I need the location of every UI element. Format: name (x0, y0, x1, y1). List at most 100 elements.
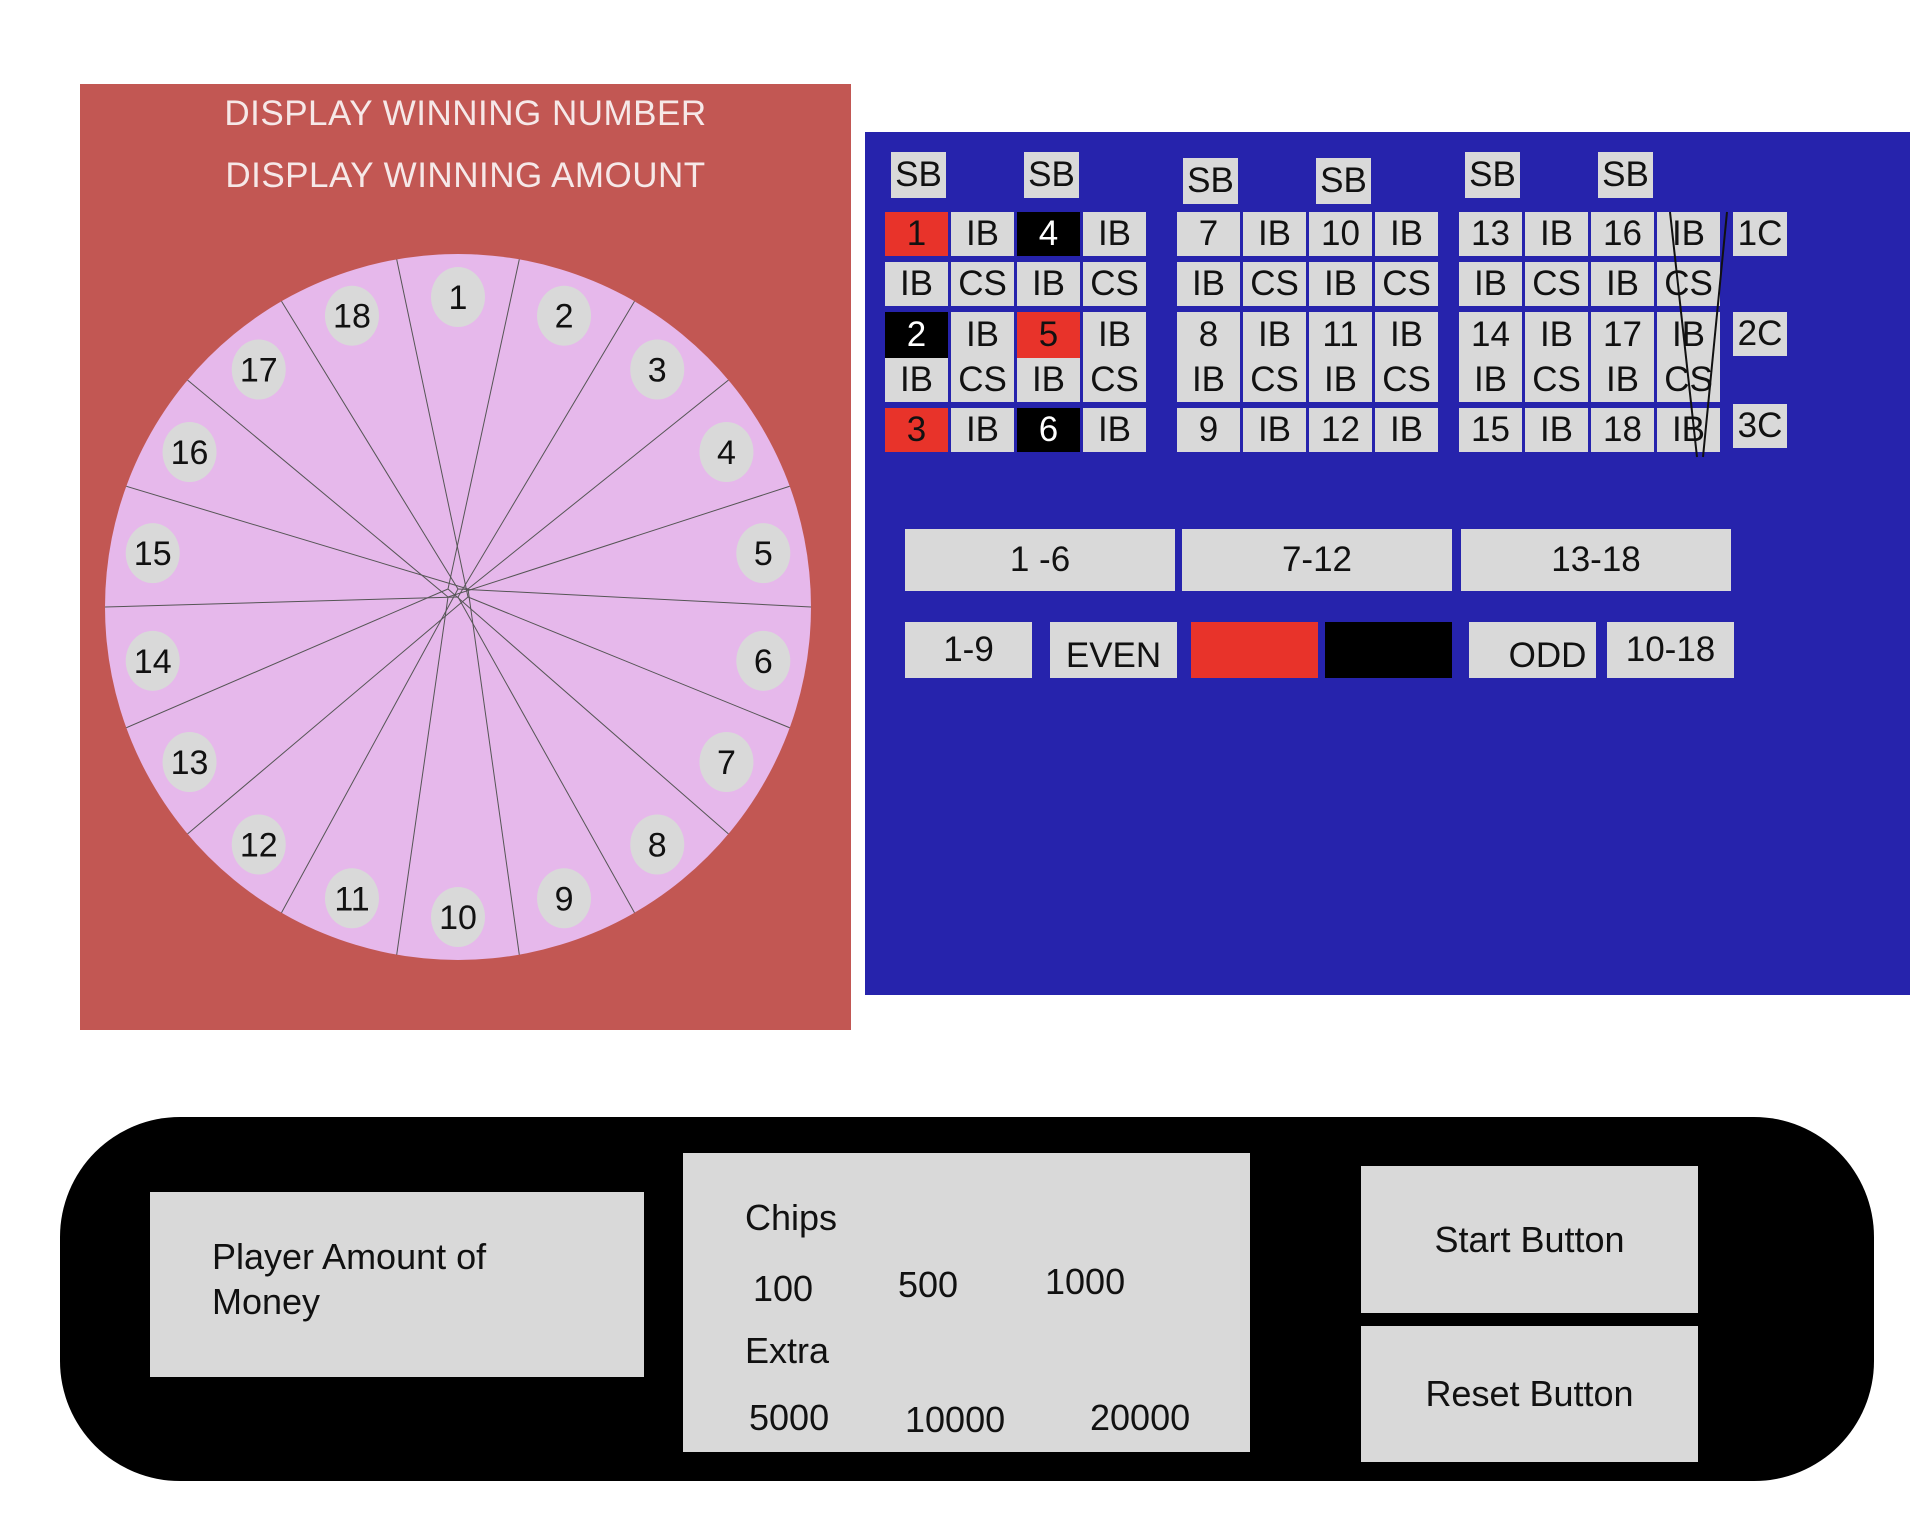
split-bet-2[interactable]: SB (1024, 152, 1079, 198)
inside-bet-cell[interactable]: IB (1177, 358, 1240, 402)
inside-bet-cell[interactable]: IB (1591, 358, 1654, 402)
chip-500[interactable]: 500 (898, 1264, 958, 1306)
wheel-pocket-18: 18 (324, 285, 379, 346)
inside-bet-cell[interactable]: IB (885, 262, 948, 306)
inside-bet-cell[interactable]: IB (1591, 262, 1654, 306)
low-bet[interactable]: 1-9 (905, 622, 1032, 678)
inside-bet-cell[interactable]: IB (1243, 212, 1306, 256)
high-bet[interactable]: 10-18 (1607, 622, 1734, 678)
number-cell-1[interactable]: 1 (885, 212, 948, 256)
player-money-display: Player Amount of Money (150, 1192, 644, 1377)
svg-text:8: 8 (648, 826, 667, 864)
svg-text:2: 2 (555, 298, 574, 336)
chip-20000[interactable]: 20000 (1090, 1397, 1190, 1439)
inside-bet-cell[interactable]: IB (951, 212, 1014, 256)
corner-split-cell[interactable]: CS (951, 358, 1014, 402)
svg-text:18: 18 (333, 298, 371, 336)
black-bet[interactable] (1325, 622, 1452, 678)
svg-text:3: 3 (648, 352, 667, 390)
inside-bet-cell[interactable]: IB (1525, 212, 1588, 256)
inside-bet-cell[interactable]: IB (1459, 262, 1522, 306)
corner-split-cell[interactable]: CS (1525, 262, 1588, 306)
inside-bet-cell[interactable]: IB (1525, 408, 1588, 452)
inside-bet-cell[interactable]: IB (1177, 262, 1240, 306)
dozen-bet-1[interactable]: 1 -6 (905, 529, 1175, 591)
corner-split-cell[interactable]: CS (1525, 358, 1588, 402)
split-bet-1[interactable]: SB (891, 152, 946, 198)
inside-bet-cell[interactable]: IB (1375, 408, 1438, 452)
number-cell-10[interactable]: 10 (1309, 212, 1372, 256)
corner-split-cell[interactable]: CS (1083, 358, 1146, 402)
chip-10000[interactable]: 10000 (905, 1399, 1005, 1441)
corner-split-cell[interactable]: CS (1657, 358, 1720, 402)
number-cell-5[interactable]: 5 (1017, 312, 1080, 358)
number-cell-12[interactable]: 12 (1309, 408, 1372, 452)
number-cell-3[interactable]: 3 (885, 408, 948, 452)
corner-split-cell[interactable]: CS (1083, 262, 1146, 306)
number-cell-18[interactable]: 18 (1591, 408, 1654, 452)
number-cell-17[interactable]: 17 (1591, 312, 1654, 358)
split-bet-4[interactable]: SB (1316, 158, 1371, 204)
red-bet[interactable] (1191, 622, 1318, 678)
inside-bet-cell[interactable]: IB (1017, 262, 1080, 306)
split-bet-3[interactable]: SB (1183, 158, 1238, 204)
number-cell-14[interactable]: 14 (1459, 312, 1522, 358)
number-cell-8[interactable]: 8 (1177, 312, 1240, 358)
corner-split-cell[interactable]: CS (1657, 262, 1720, 306)
number-cell-15[interactable]: 15 (1459, 408, 1522, 452)
inside-bet-cell[interactable]: IB (1083, 312, 1146, 358)
inside-bet-cell[interactable]: IB (1243, 408, 1306, 452)
number-cell-4[interactable]: 4 (1017, 212, 1080, 256)
odd-bet[interactable]: ODD (1469, 622, 1596, 678)
inside-bet-cell[interactable]: IB (1083, 212, 1146, 256)
number-cell-13[interactable]: 13 (1459, 212, 1522, 256)
even-bet[interactable]: EVEN (1050, 622, 1177, 678)
number-cell-2[interactable]: 2 (885, 312, 948, 358)
inside-bet-cell[interactable]: IB (1243, 312, 1306, 358)
svg-text:12: 12 (240, 826, 278, 864)
corner-split-cell[interactable]: CS (951, 262, 1014, 306)
inside-bet-cell[interactable]: IB (1525, 312, 1588, 358)
inside-bet-cell[interactable]: IB (1375, 212, 1438, 256)
wheel-pocket-13: 13 (162, 732, 217, 792)
inside-bet-cell[interactable]: IB (1657, 212, 1720, 256)
inside-bet-cell[interactable]: IB (1657, 312, 1720, 358)
number-cell-16[interactable]: 16 (1591, 212, 1654, 256)
inside-bet-cell[interactable]: IB (1375, 312, 1438, 358)
corner-split-cell[interactable]: CS (1375, 262, 1438, 306)
corner-split-cell[interactable]: CS (1243, 358, 1306, 402)
split-bet-5[interactable]: SB (1465, 152, 1520, 198)
svg-text:10: 10 (439, 899, 477, 937)
inside-bet-cell[interactable]: IB (1459, 358, 1522, 402)
column-bet-2C[interactable]: 2C (1733, 312, 1787, 356)
inside-bet-cell[interactable]: IB (1083, 408, 1146, 452)
inside-bet-cell[interactable]: IB (885, 358, 948, 402)
wheel-pocket-14: 14 (125, 630, 180, 691)
column-bet-3C[interactable]: 3C (1733, 404, 1787, 448)
inside-bet-cell[interactable]: IB (951, 408, 1014, 452)
column-bet-1C[interactable]: 1C (1733, 212, 1787, 256)
reset-button[interactable]: Reset Button (1361, 1326, 1698, 1462)
inside-bet-cell[interactable]: IB (1309, 358, 1372, 402)
chip-5000[interactable]: 5000 (749, 1397, 829, 1439)
wheel-face (105, 254, 811, 960)
start-button[interactable]: Start Button (1361, 1166, 1698, 1313)
corner-split-cell[interactable]: CS (1375, 358, 1438, 402)
inside-bet-cell[interactable]: IB (951, 312, 1014, 358)
dozen-bet-2[interactable]: 7-12 (1182, 529, 1452, 591)
inside-bet-cell[interactable]: IB (1309, 262, 1372, 306)
number-cell-11[interactable]: 11 (1309, 312, 1372, 358)
number-cell-7[interactable]: 7 (1177, 212, 1240, 256)
chip-1000[interactable]: 1000 (1045, 1261, 1125, 1303)
inside-bet-cell[interactable]: IB (1657, 408, 1720, 452)
number-cell-9[interactable]: 9 (1177, 408, 1240, 452)
corner-split-cell[interactable]: CS (1243, 262, 1306, 306)
chip-100[interactable]: 100 (753, 1268, 813, 1310)
wheel-pocket-9: 9 (537, 868, 592, 929)
wheel-pocket-2: 2 (537, 285, 592, 346)
inside-bet-cell[interactable]: IB (1017, 358, 1080, 402)
number-cell-6[interactable]: 6 (1017, 408, 1080, 452)
wheel-pocket-7: 7 (699, 732, 754, 792)
dozen-bet-3[interactable]: 13-18 (1461, 529, 1731, 591)
split-bet-6[interactable]: SB (1598, 152, 1653, 198)
